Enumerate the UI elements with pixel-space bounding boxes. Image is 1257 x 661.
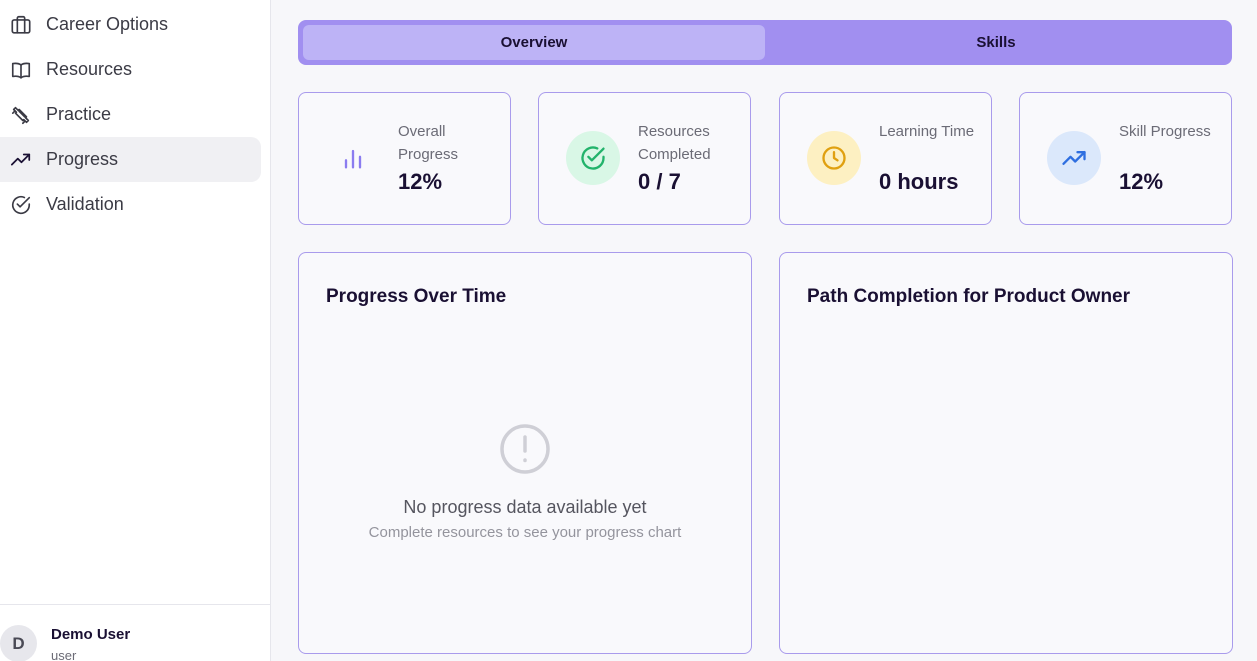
empty-state-title: No progress data available yet [403, 497, 647, 517]
panel-title: Path Completion for Product Owner [807, 286, 1131, 307]
user-name: Demo User [51, 626, 131, 643]
stat-card-overall-progress: Overall Progress 12% [298, 92, 511, 225]
briefcase-icon [10, 14, 32, 36]
trending-up-icon [10, 149, 32, 171]
sidebar-item-label: Resources [46, 59, 133, 79]
panel-progress-over-time: Progress Over Time No progress data avai… [298, 252, 752, 654]
check-circle-icon [566, 131, 620, 185]
user-profile[interactable]: D Demo User user [0, 604, 270, 661]
bar-chart-icon [326, 131, 380, 185]
stat-card-skill-progress: Skill Progress 12% [1019, 92, 1232, 225]
sidebar: Career Options Resources Practice Progre… [0, 0, 271, 661]
stat-value: 12% [1119, 169, 1164, 194]
tab-bar: Overview Skills [298, 20, 1232, 65]
tab-overview[interactable]: Overview [303, 25, 765, 60]
sidebar-item-label: Progress [46, 149, 119, 169]
app-root: Career Options Resources Practice Progre… [0, 0, 1257, 661]
tab-skills[interactable]: Skills [765, 25, 1227, 60]
panel-title: Progress Over Time [326, 286, 507, 307]
sidebar-item-label: Practice [46, 104, 112, 124]
book-icon [10, 59, 32, 81]
stat-card-resources-completed: Resources Completed 0 / 7 [538, 92, 751, 225]
stat-value: 12% [398, 169, 443, 194]
dumbbell-icon [10, 104, 32, 126]
user-role: user [51, 648, 77, 661]
stat-value: 0 hours [879, 169, 959, 194]
sidebar-item-progress[interactable]: Progress [0, 137, 261, 182]
empty-state: No progress data available yet Complete … [299, 423, 751, 541]
avatar: D [0, 625, 37, 661]
stat-label: Learning Time [879, 123, 975, 140]
stat-label: Overall Progress [398, 123, 459, 163]
stat-value: 0 / 7 [638, 169, 681, 194]
sidebar-item-label: Career Options [46, 14, 169, 34]
panel-path-completion: Path Completion for Product Owner [779, 252, 1233, 654]
empty-state-subtitle: Complete resources to see your progress … [368, 524, 682, 541]
sidebar-item-career-options[interactable]: Career Options [0, 2, 261, 47]
sidebar-item-validation[interactable]: Validation [0, 182, 261, 227]
sidebar-item-practice[interactable]: Practice [0, 92, 261, 137]
stat-label: Skill Progress [1119, 123, 1211, 140]
stat-card-learning-time: Learning Time 0 hours [779, 92, 992, 225]
sidebar-item-label: Validation [46, 194, 124, 214]
clock-icon [807, 131, 861, 185]
alert-circle-icon [500, 424, 550, 474]
check-circle-icon [10, 194, 32, 216]
sidebar-item-resources[interactable]: Resources [0, 47, 261, 92]
trending-up-icon [1047, 131, 1101, 185]
stat-label: Resources Completed [638, 123, 711, 163]
